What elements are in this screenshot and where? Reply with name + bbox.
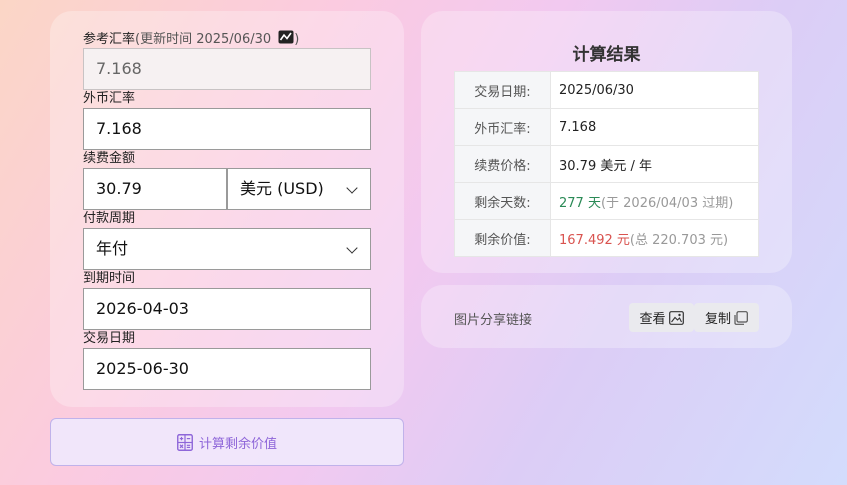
table-row: 续费价格: 30.79 美元 / 年	[454, 145, 759, 183]
result-key: 续费价格:	[454, 145, 551, 183]
ref-rate-update-time-text: (更新时间 2025/06/30	[135, 32, 272, 47]
table-row: 外币汇率: 7.168	[454, 108, 759, 146]
result-value-cell: 167.492 元(总 220.703 元)	[550, 219, 759, 257]
chevron-down-icon	[346, 242, 358, 254]
ref-rate-field: 7.168	[83, 48, 371, 90]
image-icon	[668, 310, 684, 325]
table-row: 交易日期: 2025/06/30	[454, 71, 759, 109]
trade-date-label: 交易日期	[83, 331, 136, 346]
fx-rate-input[interactable]: 7.168	[83, 108, 371, 150]
result-key: 外币汇率:	[454, 108, 551, 146]
copy-button[interactable]: 复制	[694, 303, 759, 332]
calculate-button-label: 计算剩余价值	[198, 436, 277, 452]
result-value: 30.79 美元 / 年	[550, 145, 759, 183]
remaining-value: 167.492 元	[559, 232, 630, 248]
amount-input[interactable]: 30.79	[83, 168, 227, 210]
calculate-button[interactable]: 计算剩余价值	[50, 418, 404, 466]
trade-date-input[interactable]: 2025-06-30	[83, 348, 371, 390]
result-title: 计算结果	[572, 45, 641, 65]
table-row: 剩余天数: 277 天(于 2026/04/03 过期)	[454, 182, 759, 220]
expiry-note: (于 2026/04/03 过期)	[600, 195, 734, 211]
copy-button-label: 复制	[704, 312, 731, 327]
result-value: 7.168	[550, 108, 759, 146]
view-button-label: 查看	[639, 312, 666, 327]
result-value: 2025/06/30	[550, 71, 759, 109]
currency-select-value: 美元 (USD)	[240, 179, 324, 198]
chart-icon[interactable]	[278, 30, 294, 44]
calculator-icon	[177, 433, 193, 451]
ref-rate-label: 参考汇率(更新时间 2025/06/30 )	[83, 30, 299, 48]
share-link-label: 图片分享链接	[454, 313, 533, 328]
period-select[interactable]: 年付	[83, 228, 371, 270]
amount-label: 续费金额	[83, 151, 136, 166]
total-value-note: (总 220.703 元)	[629, 232, 729, 248]
period-label: 付款周期	[83, 211, 136, 226]
period-select-value: 年付	[96, 239, 129, 258]
result-value-cell: 277 天(于 2026/04/03 过期)	[550, 182, 759, 220]
currency-select[interactable]: 美元 (USD)	[227, 168, 371, 210]
table-row: 剩余价值: 167.492 元(总 220.703 元)	[454, 219, 759, 257]
fx-rate-label: 外币汇率	[83, 91, 136, 106]
result-key: 交易日期:	[454, 71, 551, 109]
chevron-down-icon	[346, 182, 358, 194]
ref-rate-label-text: 参考汇率	[83, 32, 136, 47]
expiry-label: 到期时间	[83, 271, 136, 286]
remaining-days: 277 天	[559, 195, 601, 211]
result-table: 交易日期: 2025/06/30 外币汇率: 7.168 续费价格: 30.79…	[454, 71, 759, 257]
result-key: 剩余天数:	[454, 182, 551, 220]
copy-icon	[734, 310, 748, 325]
result-key: 剩余价值:	[454, 219, 551, 257]
view-button[interactable]: 查看	[629, 303, 694, 332]
ref-rate-update-time: (更新时间 2025/06/30 )	[135, 30, 300, 47]
expiry-date-input[interactable]: 2026-04-03	[83, 288, 371, 330]
ref-rate-update-time-close: )	[294, 32, 300, 47]
